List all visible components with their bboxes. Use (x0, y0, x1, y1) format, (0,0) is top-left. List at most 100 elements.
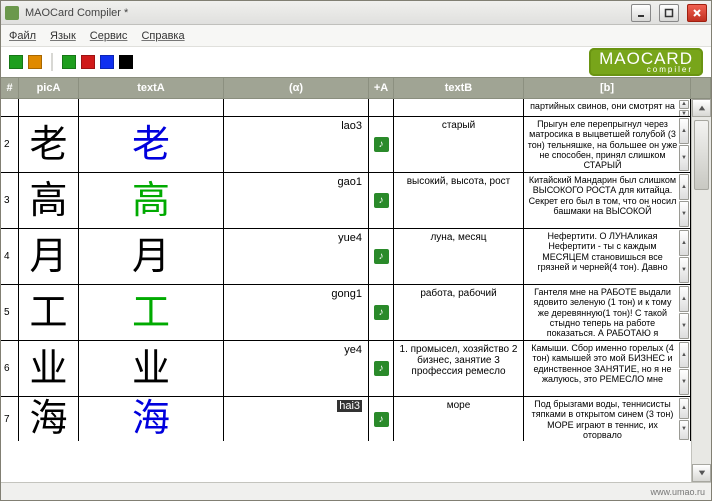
cell-textB[interactable]: высокий, высота, рост (394, 173, 524, 228)
vertical-scrollbar[interactable] (691, 99, 711, 482)
cell-textA[interactable]: 海 (79, 397, 224, 441)
col-num[interactable]: # (1, 78, 19, 98)
cell-pinyin[interactable]: yue4 (224, 229, 369, 284)
cell-picA[interactable]: 海 (19, 397, 79, 441)
palette-color[interactable] (100, 55, 114, 69)
col-b[interactable]: [b] (524, 78, 691, 98)
menu-lang[interactable]: Язык (50, 30, 76, 42)
spin-up-icon[interactable]: ▲ (679, 100, 689, 109)
cell-mnemonic[interactable]: Прыгун еле перепрыгнул через матросика в… (524, 117, 691, 172)
cell-spinner[interactable]: ▲▼ (679, 100, 689, 115)
sound-icon[interactable] (374, 412, 389, 427)
cell-pinyin[interactable]: gao1 (224, 173, 369, 228)
palette-color[interactable] (81, 55, 95, 69)
table-row[interactable]: 6业业ye41. промысел, хозяйство 2 бизнес, з… (1, 341, 691, 397)
menu-help[interactable]: Справка (141, 30, 184, 42)
cell-textB[interactable]: луна, месяц (394, 229, 524, 284)
col-plusA[interactable]: +A (369, 78, 394, 98)
table-row[interactable]: 7海海hai3мореПод брызгами воды, теннисисты… (1, 397, 691, 441)
cell-spinner[interactable]: ▲▼ (679, 286, 689, 339)
cell-sound[interactable] (369, 397, 394, 441)
cell-spinner[interactable]: ▲▼ (679, 230, 689, 283)
col-picA[interactable]: picA (19, 78, 79, 98)
menu-file[interactable]: Файл (9, 30, 36, 42)
cell-sound[interactable] (369, 341, 394, 396)
palette-color[interactable] (28, 55, 42, 69)
spin-down-icon[interactable]: ▼ (679, 313, 689, 339)
cell-picA[interactable]: 老 (19, 117, 79, 172)
cell-sound[interactable] (369, 173, 394, 228)
cell-textA[interactable]: 月 (79, 229, 224, 284)
spin-up-icon[interactable]: ▲ (679, 174, 689, 200)
spin-down-icon[interactable]: ▼ (679, 145, 689, 171)
table-row[interactable]: 3高高gao1высокий, высота, ростКитайский Ма… (1, 173, 691, 229)
cell-mnemonic[interactable]: Камыши. Сбор именно горелых (4 тон) камы… (524, 341, 691, 396)
palette-color[interactable] (62, 55, 76, 69)
cell-picA[interactable]: 业 (19, 341, 79, 396)
close-button[interactable] (687, 4, 707, 22)
cell-textB[interactable]: старый (394, 117, 524, 172)
cell-pinyin[interactable]: hai3 (224, 397, 369, 441)
spin-down-icon[interactable]: ▼ (679, 201, 689, 227)
cell-textB[interactable] (394, 99, 524, 116)
cell-pinyin[interactable]: ye4 (224, 341, 369, 396)
maximize-button[interactable] (659, 4, 679, 22)
col-textA[interactable]: textA (79, 78, 224, 98)
spin-up-icon[interactable]: ▲ (679, 286, 689, 312)
scroll-track[interactable] (692, 117, 711, 464)
spin-down-icon[interactable]: ▼ (679, 369, 689, 395)
cell-spinner[interactable]: ▲▼ (679, 398, 689, 440)
spin-up-icon[interactable]: ▲ (679, 230, 689, 256)
cell-spinner[interactable]: ▲▼ (679, 174, 689, 227)
cell-picA[interactable]: 工 (19, 285, 79, 340)
cell-textA[interactable]: 工 (79, 285, 224, 340)
cell-picA[interactable] (19, 99, 79, 116)
cell-mnemonic[interactable]: Нефертити. О ЛУНАликая Нефертити - ты с … (524, 229, 691, 284)
sound-icon[interactable] (374, 249, 389, 264)
cell-sound[interactable] (369, 117, 394, 172)
cell-mnemonic[interactable]: партийных свинов, они смотрят на меня▲▼ (524, 99, 691, 116)
cell-pinyin[interactable]: gong1 (224, 285, 369, 340)
scroll-up-button[interactable] (692, 99, 711, 117)
menu-service[interactable]: Сервис (90, 30, 128, 42)
cell-picA[interactable]: 月 (19, 229, 79, 284)
palette-color[interactable] (119, 55, 133, 69)
cell-textA[interactable]: 高 (79, 173, 224, 228)
table-row[interactable]: партийных свинов, они смотрят на меня▲▼ (1, 99, 691, 117)
table-row[interactable]: 2老老lao3старыйПрыгун еле перепрыгнул чере… (1, 117, 691, 173)
spin-down-icon[interactable]: ▼ (679, 420, 689, 441)
spin-up-icon[interactable]: ▲ (679, 342, 689, 368)
cell-sound[interactable] (369, 285, 394, 340)
cell-spinner[interactable]: ▲▼ (679, 342, 689, 395)
col-alpha[interactable]: (α) (224, 78, 369, 98)
palette-color[interactable] (9, 55, 23, 69)
cell-mnemonic[interactable]: Китайский Мандарин был слишком ВЫСОКОГО … (524, 173, 691, 228)
col-textB[interactable]: textB (394, 78, 524, 98)
table-row[interactable]: 4月月yue4луна, месяцНефертити. О ЛУНАликая… (1, 229, 691, 285)
sound-icon[interactable] (374, 305, 389, 320)
spin-up-icon[interactable]: ▲ (679, 398, 689, 419)
cell-mnemonic[interactable]: Гантеля мне на РАБОТЕ выдали ядовито зел… (524, 285, 691, 340)
cell-textB[interactable]: работа, рабочий (394, 285, 524, 340)
cell-textA[interactable]: 业 (79, 341, 224, 396)
sound-icon[interactable] (374, 193, 389, 208)
cell-textA[interactable] (79, 99, 224, 116)
cell-picA[interactable]: 高 (19, 173, 79, 228)
cell-pinyin[interactable] (224, 99, 369, 116)
scroll-down-button[interactable] (692, 464, 711, 482)
cell-textB[interactable]: море (394, 397, 524, 441)
cell-sound[interactable] (369, 229, 394, 284)
table-row[interactable]: 5工工gong1работа, рабочийГантеля мне на РА… (1, 285, 691, 341)
scroll-thumb[interactable] (694, 120, 709, 190)
spin-down-icon[interactable]: ▼ (679, 110, 689, 116)
cell-textB[interactable]: 1. промысел, хозяйство 2 бизнес, занятие… (394, 341, 524, 396)
sound-icon[interactable] (374, 361, 389, 376)
spin-up-icon[interactable]: ▲ (679, 118, 689, 144)
cell-mnemonic[interactable]: Под брызгами воды, теннисисты тяпками в … (524, 397, 691, 441)
cell-textA[interactable]: 老 (79, 117, 224, 172)
cell-pinyin[interactable]: lao3 (224, 117, 369, 172)
cell-sound[interactable] (369, 99, 394, 116)
cell-spinner[interactable]: ▲▼ (679, 118, 689, 171)
sound-icon[interactable] (374, 137, 389, 152)
minimize-button[interactable] (631, 4, 651, 22)
